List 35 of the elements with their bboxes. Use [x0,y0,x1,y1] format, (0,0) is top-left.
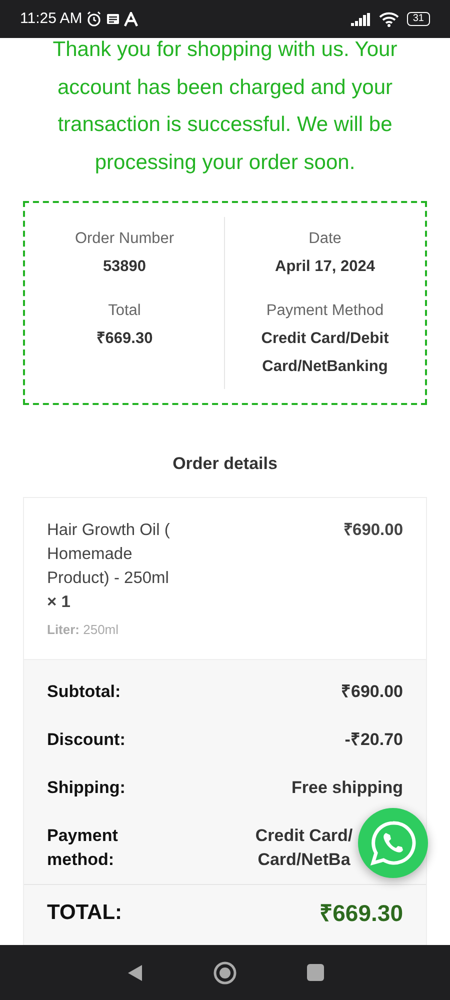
back-icon[interactable] [126,964,142,982]
home-icon[interactable] [212,960,236,984]
quantity: × 1 [47,592,72,612]
alarm-icon [86,11,102,27]
summary-value: ₹669.30 [95,329,154,349]
section-title: Order details [172,453,278,475]
summary-value: Credit Card/Debit Card/NetBanking [260,329,390,377]
summary-value: April 17, 2024 [274,257,376,277]
total-label: Subtotal: [47,681,121,703]
summary-label: Total [107,301,142,321]
status-time: 11:25 AM [20,8,82,29]
summary-label: Date [308,229,342,249]
total-label: Payment method: [47,825,119,871]
total-value: ₹690.00 [341,681,403,703]
summary-label: Order Number [74,229,176,249]
notification-icon [106,12,120,26]
total-value: ₹669.30 [320,901,403,925]
app-icon [124,12,138,26]
product-price: ₹690.00 [344,520,403,540]
total-label: Discount: [47,729,126,751]
product-name: Hair Growth Oil ( Homemade Product) - 250ml [47,520,171,588]
battery-icon: 31 [406,12,430,26]
total-value: -₹20.70 [344,729,403,751]
total-label: TOTAL: [47,901,122,925]
success-message: Thank you for shopping with us. Your account has been charged and your transaction is successful. We will be processing your order soon. [52,37,398,176]
total-value: Credit Card/ Card/NetBa [254,825,354,871]
recents-icon[interactable] [306,964,324,981]
wifi-icon [378,12,399,26]
summary-label: Payment Method [265,301,385,321]
total-value: Free shipping [292,777,403,799]
signal-icon [350,12,371,26]
product-variant: Liter: 250ml [47,620,120,638]
summary-value: 53890 [102,257,148,277]
chat-phone-icon [370,820,416,866]
total-label: Shipping: [47,777,126,799]
